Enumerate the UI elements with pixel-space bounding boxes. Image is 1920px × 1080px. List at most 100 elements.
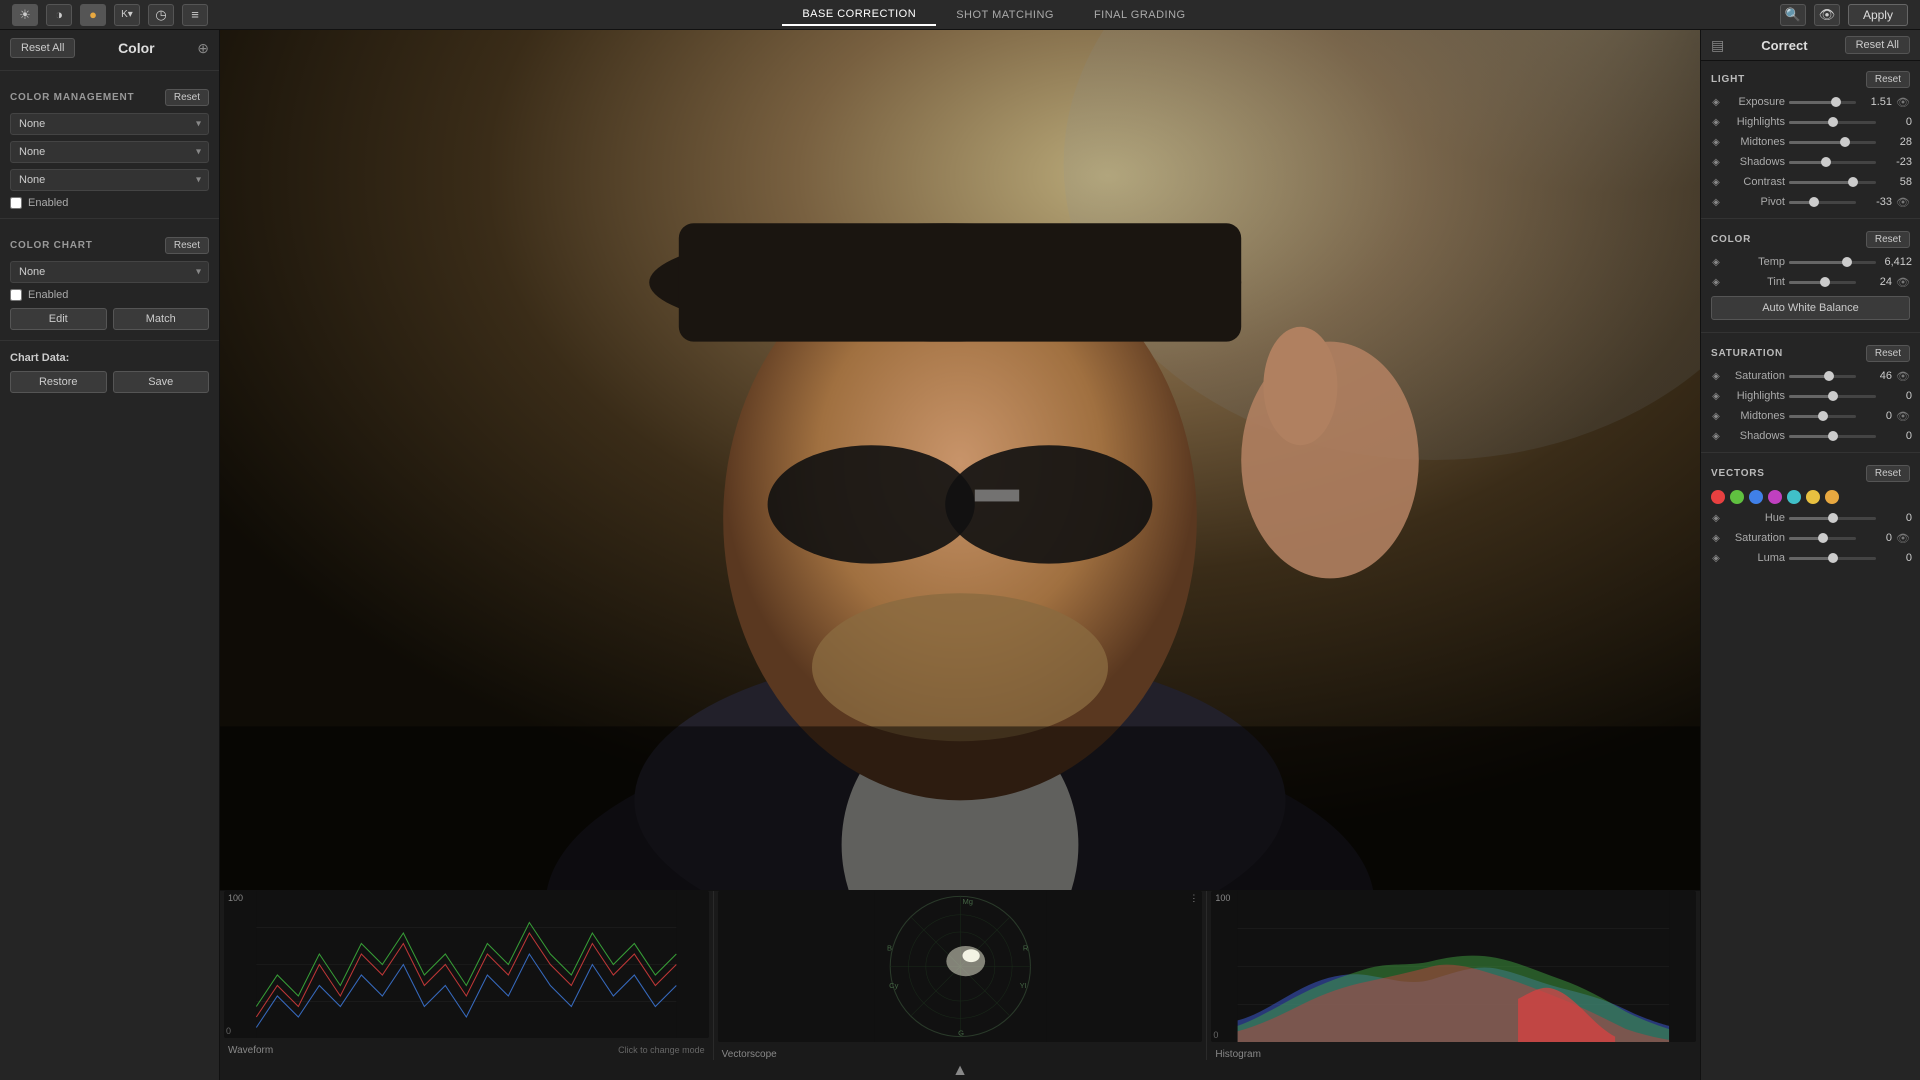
tint-eye[interactable]: 👁 bbox=[1896, 276, 1912, 289]
exposure-icon[interactable]: ◈ bbox=[1709, 95, 1723, 109]
luma-value: 0 bbox=[1880, 552, 1912, 564]
luma-track[interactable] bbox=[1789, 557, 1876, 560]
luma-icon[interactable]: ◈ bbox=[1709, 551, 1723, 565]
midtones-icon[interactable]: ◈ bbox=[1709, 135, 1723, 149]
camera-select[interactable]: None bbox=[10, 141, 209, 163]
histogram-y-bottom: 0 bbox=[1213, 1030, 1218, 1040]
saturation-icon[interactable]: ◈ bbox=[1709, 369, 1723, 383]
shadows-thumb[interactable] bbox=[1821, 157, 1831, 167]
sat-midtones-track[interactable] bbox=[1789, 415, 1856, 418]
color-icon-btn[interactable]: ● bbox=[80, 4, 106, 26]
luma-thumb[interactable] bbox=[1828, 553, 1838, 563]
temp-thumb[interactable] bbox=[1842, 257, 1852, 267]
chart-select[interactable]: None bbox=[10, 261, 209, 283]
color-dot-blue[interactable] bbox=[1749, 490, 1763, 504]
light-icon-btn[interactable]: ☀ bbox=[12, 4, 38, 26]
edit-button[interactable]: Edit bbox=[10, 308, 107, 330]
restore-button[interactable]: Restore bbox=[10, 371, 107, 393]
search-icon-btn[interactable]: 🔍 bbox=[1780, 4, 1806, 26]
sat-highlights-label: Highlights bbox=[1727, 390, 1785, 402]
waveform-sublabel[interactable]: Click to change mode bbox=[618, 1042, 705, 1060]
sat-midtones-eye[interactable]: 👁 bbox=[1896, 410, 1912, 423]
contrast-icon-btn[interactable]: ◑ bbox=[46, 4, 72, 26]
auto-wb-button[interactable]: Auto White Balance bbox=[1711, 296, 1910, 320]
shadows-track[interactable] bbox=[1789, 161, 1876, 164]
collapse-arrow[interactable]: ▲ bbox=[952, 1062, 968, 1080]
vectorscope-menu[interactable]: ⋮ bbox=[1189, 893, 1198, 904]
highlights-track[interactable] bbox=[1789, 121, 1876, 124]
color-reset-button[interactable]: Reset bbox=[1866, 231, 1910, 248]
tab-base-correction[interactable]: BASE CORRECTION bbox=[782, 4, 936, 26]
vec-saturation-thumb[interactable] bbox=[1818, 533, 1828, 543]
exposure-eye[interactable]: 👁 bbox=[1896, 96, 1912, 109]
clock-icon-btn[interactable]: ◷ bbox=[148, 4, 174, 26]
color-management-reset-button[interactable]: Reset bbox=[165, 89, 209, 106]
contrast-thumb[interactable] bbox=[1848, 177, 1858, 187]
saturation-eye[interactable]: 👁 bbox=[1896, 370, 1912, 383]
sat-highlights-track[interactable] bbox=[1789, 395, 1876, 398]
contrast-icon[interactable]: ◈ bbox=[1709, 175, 1723, 189]
menu-icon-btn[interactable]: ≡ bbox=[182, 4, 208, 26]
sat-shadows-track[interactable] bbox=[1789, 435, 1876, 438]
vec-saturation-icon[interactable]: ◈ bbox=[1709, 531, 1723, 545]
temp-icon[interactable]: ◈ bbox=[1709, 255, 1723, 269]
save-button[interactable]: Save bbox=[113, 371, 210, 393]
sat-shadows-icon[interactable]: ◈ bbox=[1709, 429, 1723, 443]
midtones-track[interactable] bbox=[1789, 141, 1876, 144]
input-lut-select[interactable]: None bbox=[10, 113, 209, 135]
exposure-thumb[interactable] bbox=[1831, 97, 1841, 107]
temp-track[interactable] bbox=[1789, 261, 1876, 264]
tint-thumb[interactable] bbox=[1820, 277, 1830, 287]
tab-final-grading[interactable]: FINAL GRADING bbox=[1074, 4, 1206, 26]
light-reset-button[interactable]: Reset bbox=[1866, 71, 1910, 88]
pivot-thumb[interactable] bbox=[1809, 197, 1819, 207]
saturation-thumb[interactable] bbox=[1824, 371, 1834, 381]
key-icon-btn[interactable]: K▾ bbox=[114, 4, 140, 26]
saturation-reset-button[interactable]: Reset bbox=[1866, 345, 1910, 362]
right-reset-all-button[interactable]: Reset All bbox=[1845, 36, 1910, 54]
pivot-icon[interactable]: ◈ bbox=[1709, 195, 1723, 209]
hue-track[interactable] bbox=[1789, 517, 1876, 520]
sat-highlights-icon[interactable]: ◈ bbox=[1709, 389, 1723, 403]
color-dot-magenta[interactable] bbox=[1768, 490, 1782, 504]
color-chart-reset-button[interactable]: Reset bbox=[165, 237, 209, 254]
color-dot-cyan[interactable] bbox=[1787, 490, 1801, 504]
luma-fill bbox=[1789, 557, 1833, 560]
pivot-eye[interactable]: 👁 bbox=[1896, 196, 1912, 209]
sat-highlights-thumb[interactable] bbox=[1828, 391, 1838, 401]
highlights-icon[interactable]: ◈ bbox=[1709, 115, 1723, 129]
color-dot-yellow[interactable] bbox=[1806, 490, 1820, 504]
left-reset-all-button[interactable]: Reset All bbox=[10, 38, 75, 58]
sat-midtones-thumb[interactable] bbox=[1818, 411, 1828, 421]
hue-icon[interactable]: ◈ bbox=[1709, 511, 1723, 525]
tint-icon[interactable]: ◈ bbox=[1709, 275, 1723, 289]
eye-icon-btn[interactable]: 👁 bbox=[1814, 4, 1840, 26]
pivot-track[interactable] bbox=[1789, 201, 1856, 204]
sat-midtones-icon[interactable]: ◈ bbox=[1709, 409, 1723, 423]
color-dot-orange[interactable] bbox=[1825, 490, 1839, 504]
color-dot-green[interactable] bbox=[1730, 490, 1744, 504]
sat-shadows-thumb[interactable] bbox=[1828, 431, 1838, 441]
apply-button[interactable]: Apply bbox=[1848, 4, 1908, 26]
color-dot-red[interactable] bbox=[1711, 490, 1725, 504]
cm-enabled-checkbox[interactable] bbox=[10, 197, 22, 209]
highlights-thumb[interactable] bbox=[1828, 117, 1838, 127]
vec-saturation-track[interactable] bbox=[1789, 537, 1856, 540]
rp-icon[interactable]: ▤ bbox=[1711, 37, 1724, 54]
shadows-icon[interactable]: ◈ bbox=[1709, 155, 1723, 169]
chart-enabled-checkbox[interactable] bbox=[10, 289, 22, 301]
saturation-track[interactable] bbox=[1789, 375, 1856, 378]
tab-shot-matching[interactable]: SHOT MATCHING bbox=[936, 4, 1074, 26]
match-button[interactable]: Match bbox=[113, 308, 210, 330]
histogram-label-wrap: Histogram bbox=[1207, 1046, 1700, 1060]
vec-saturation-eye[interactable]: 👁 bbox=[1896, 532, 1912, 545]
display-select[interactable]: None bbox=[10, 169, 209, 191]
contrast-track[interactable] bbox=[1789, 181, 1876, 184]
highlights-value: 0 bbox=[1880, 116, 1912, 128]
midtones-thumb[interactable] bbox=[1840, 137, 1850, 147]
hue-thumb[interactable] bbox=[1828, 513, 1838, 523]
vectors-reset-button[interactable]: Reset bbox=[1866, 465, 1910, 482]
pin-icon[interactable]: ⊕ bbox=[197, 40, 209, 57]
exposure-track[interactable] bbox=[1789, 101, 1856, 104]
tint-track[interactable] bbox=[1789, 281, 1856, 284]
